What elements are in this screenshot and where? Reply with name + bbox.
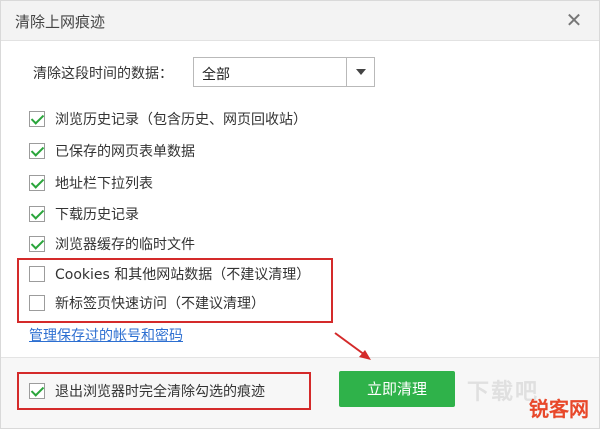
checkbox[interactable] <box>29 295 45 311</box>
close-icon[interactable]: ✕ <box>561 7 587 33</box>
option-exit-clear[interactable]: 退出浏览器时完全清除勾选的痕迹 <box>29 381 265 401</box>
option-form-data[interactable]: 已保存的网页表单数据 <box>29 141 195 161</box>
option-address-bar-list[interactable]: 地址栏下拉列表 <box>29 173 153 193</box>
option-label: 退出浏览器时完全清除勾选的痕迹 <box>55 384 265 400</box>
option-label: 地址栏下拉列表 <box>55 176 153 192</box>
option-label: Cookies 和其他网站数据（不建议清理） <box>55 267 311 283</box>
option-label: 下载历史记录 <box>55 207 139 223</box>
clear-traces-dialog: 清除上网痕迹 ✕ 清除这段时间的数据： 全部 浏览历史记录（包含历史、网页回收站… <box>0 0 600 429</box>
option-label: 浏览器缓存的临时文件 <box>55 237 195 253</box>
option-label: 浏览历史记录（包含历史、网页回收站） <box>55 112 307 128</box>
option-cache-files[interactable]: 浏览器缓存的临时文件 <box>29 234 195 254</box>
dialog-titlebar: 清除上网痕迹 ✕ <box>1 1 599 41</box>
checkbox[interactable] <box>29 383 45 399</box>
option-download-history[interactable]: 下载历史记录 <box>29 204 139 224</box>
time-range-select[interactable]: 全部 <box>193 57 375 87</box>
option-cookies[interactable]: Cookies 和其他网站数据（不建议清理） <box>29 264 310 284</box>
site-logo: 锐客网 <box>529 397 589 421</box>
checkbox[interactable] <box>29 236 45 252</box>
clear-now-button[interactable]: 立即清理 <box>339 371 455 407</box>
manage-passwords-link[interactable]: 管理保存过的帐号和密码 <box>29 325 183 345</box>
option-browsing-history[interactable]: 浏览历史记录（包含历史、网页回收站） <box>29 109 307 129</box>
checkbox[interactable] <box>29 175 45 191</box>
checkbox[interactable] <box>29 143 45 159</box>
annotation-arrow-icon <box>334 332 371 360</box>
checkbox[interactable] <box>29 266 45 282</box>
option-label: 已保存的网页表单数据 <box>55 144 195 160</box>
option-label: 新标签页快速访问（不建议清理） <box>55 296 265 312</box>
dialog-title: 清除上网痕迹 <box>15 13 106 31</box>
time-range-value: 全部 <box>202 67 230 83</box>
time-range-label: 清除这段时间的数据： <box>33 66 173 82</box>
checkbox[interactable] <box>29 111 45 127</box>
dropdown-button[interactable] <box>346 58 374 86</box>
checkbox[interactable] <box>29 206 45 222</box>
chevron-down-icon <box>356 69 366 75</box>
option-new-tab-quick-access[interactable]: 新标签页快速访问（不建议清理） <box>29 293 265 313</box>
